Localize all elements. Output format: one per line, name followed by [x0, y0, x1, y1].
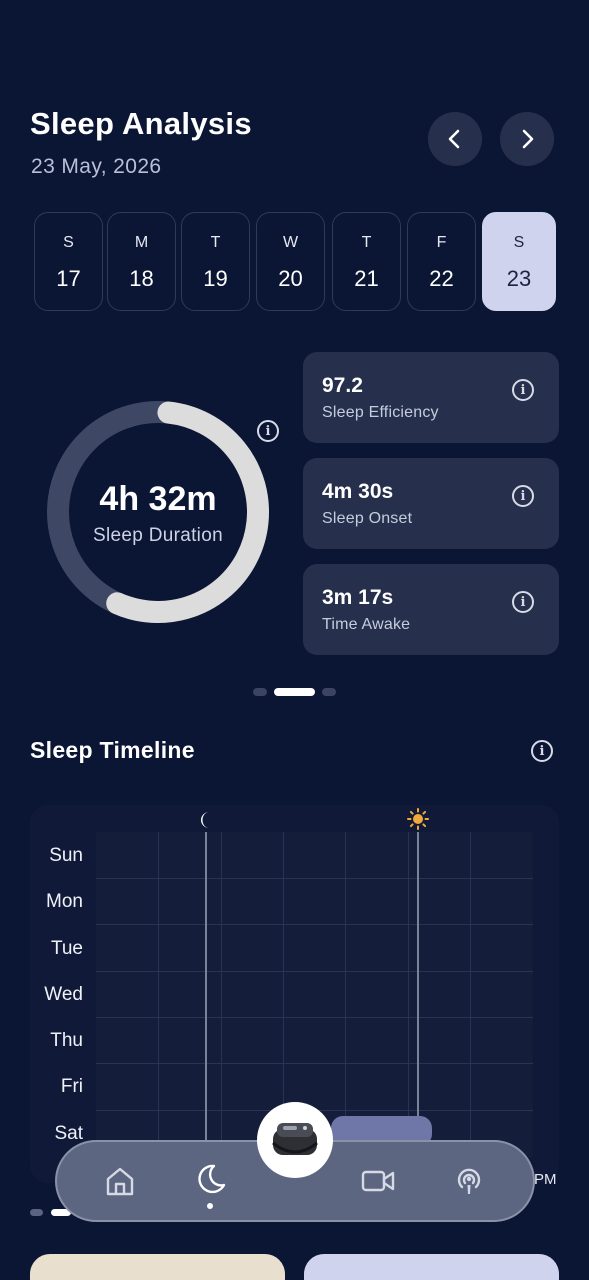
next-day-button[interactable] — [500, 112, 554, 166]
moon-icon — [201, 812, 209, 828]
pager-dot[interactable] — [322, 688, 336, 696]
moon-icon — [198, 1164, 226, 1194]
day-number: 18 — [129, 266, 154, 291]
grid-line — [96, 924, 533, 925]
pager-dot[interactable] — [30, 1209, 43, 1216]
day-letter: M — [134, 234, 149, 251]
sleep-efficiency-label: Sleep Efficiency — [322, 404, 439, 421]
sleep-duration-value: 4h 32m — [99, 480, 217, 518]
bedtime-marker — [205, 832, 207, 1142]
info-icon[interactable]: i — [512, 591, 534, 613]
row-label-wed: Wed — [44, 984, 83, 1005]
sleep-onset-label: Sleep Onset — [322, 510, 413, 527]
day-chip-22[interactable]: F 22 — [407, 212, 476, 311]
time-axis-label: PM — [534, 1171, 557, 1188]
nav-podcast[interactable] — [451, 1163, 487, 1199]
grid-line — [96, 878, 533, 879]
info-icon[interactable]: i — [512, 379, 534, 401]
day-chip-19[interactable]: T 19 — [181, 212, 250, 311]
info-icon[interactable]: i — [257, 420, 279, 442]
grid-line — [221, 832, 222, 1157]
bottom-card-right[interactable] — [304, 1254, 559, 1280]
selected-date: 23 May, 2026 — [31, 155, 162, 178]
grid-line — [96, 1063, 533, 1064]
day-chip-20[interactable]: W 20 — [256, 212, 325, 311]
wake-marker — [417, 832, 419, 1142]
time-awake-card: 3m 17s Time Awake i — [303, 564, 559, 655]
day-number: 22 — [429, 266, 454, 291]
previous-day-button[interactable] — [428, 112, 482, 166]
row-label-sat: Sat — [54, 1123, 83, 1144]
row-label-mon: Mon — [46, 891, 83, 912]
day-letter: S — [513, 234, 525, 251]
nav-video[interactable] — [360, 1163, 396, 1199]
day-number: 23 — [506, 266, 532, 291]
day-number: 21 — [354, 266, 379, 291]
podcast-icon — [457, 1168, 481, 1194]
sun-icon — [407, 808, 429, 830]
grid-line — [96, 1017, 533, 1018]
nav-device-button[interactable] — [257, 1102, 333, 1178]
day-letter: F — [436, 234, 447, 251]
row-label-fri: Fri — [60, 1076, 83, 1097]
sleep-onset-value: 4m 30s — [322, 480, 394, 503]
sleep-efficiency-card: 97.2 Sleep Efficiency i — [303, 352, 559, 443]
day-number: 19 — [203, 266, 228, 291]
time-awake-value: 3m 17s — [322, 586, 394, 609]
sleep-onset-card: 4m 30s Sleep Onset i — [303, 458, 559, 549]
home-icon — [106, 1167, 134, 1196]
grid-line — [345, 832, 346, 1157]
day-chip-18[interactable]: M 18 — [107, 212, 176, 311]
time-awake-label: Time Awake — [322, 616, 411, 633]
chevron-right-icon — [522, 129, 534, 149]
row-label-thu: Thu — [50, 1030, 83, 1051]
page-title: Sleep Analysis — [30, 106, 252, 141]
sleep-duration-label: Sleep Duration — [93, 525, 223, 546]
video-icon — [361, 1170, 395, 1192]
day-chip-23-selected[interactable]: S 23 — [482, 212, 556, 311]
bottom-card-left[interactable] — [30, 1254, 285, 1280]
pager-dot[interactable] — [253, 688, 267, 696]
chevron-left-icon — [448, 129, 460, 149]
grid-line — [470, 832, 471, 1157]
sleep-efficiency-value: 97.2 — [322, 374, 363, 397]
day-letter: W — [282, 234, 299, 251]
sleep-timeline-title: Sleep Timeline — [30, 737, 195, 763]
device-icon — [272, 1123, 318, 1155]
pager-dot-active[interactable] — [274, 688, 315, 696]
day-chip-21[interactable]: T 21 — [332, 212, 401, 311]
nav-active-indicator — [207, 1203, 213, 1209]
nav-home[interactable] — [102, 1163, 138, 1199]
day-letter: S — [63, 234, 74, 251]
row-label-sun: Sun — [49, 845, 83, 866]
grid-line — [158, 832, 159, 1157]
info-icon[interactable]: i — [512, 485, 534, 507]
grid-line — [408, 832, 409, 1157]
day-number: 17 — [56, 266, 81, 291]
info-icon[interactable]: i — [531, 740, 553, 762]
day-letter: T — [210, 234, 221, 251]
grid-line — [96, 971, 533, 972]
day-number: 20 — [278, 266, 303, 291]
day-letter: T — [361, 234, 372, 251]
day-chip-17[interactable]: S 17 — [34, 212, 103, 311]
row-label-tue: Tue — [50, 938, 83, 959]
nav-sleep[interactable] — [192, 1161, 228, 1197]
